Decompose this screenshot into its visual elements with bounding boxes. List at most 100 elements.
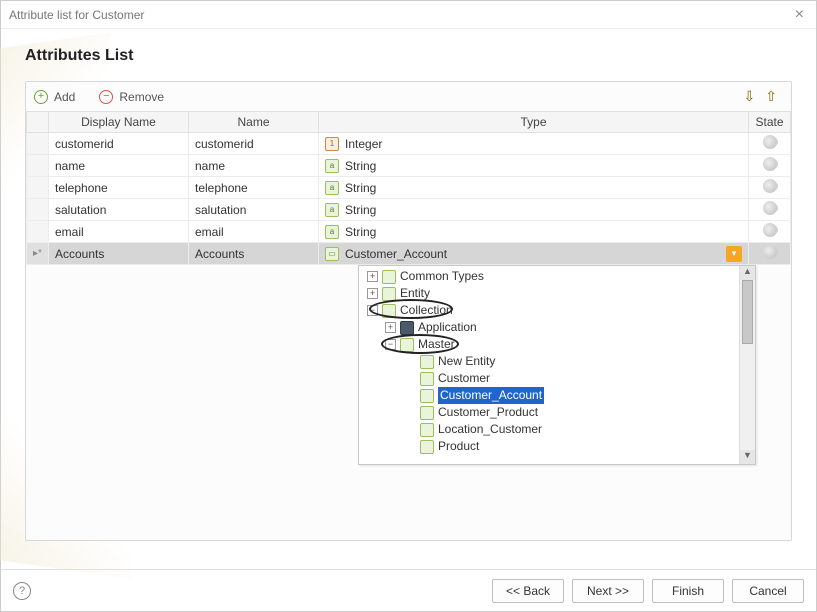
type-dropdown-tree[interactable]: + Common Types+Entity − Collection+Applicat… [358, 265, 756, 465]
scroll-up-icon[interactable]: ▲ [740, 266, 755, 280]
cell-state [749, 221, 791, 243]
entity-icon [420, 389, 434, 403]
col-display-name[interactable]: Display Name [49, 112, 189, 133]
string-type-icon: a [325, 159, 339, 173]
scroll-thumb[interactable] [742, 280, 753, 344]
entity-icon [420, 355, 434, 369]
table-row[interactable]: emailemailaString [27, 221, 791, 243]
finish-button[interactable]: Finish [652, 579, 724, 603]
remove-button-label: Remove [119, 90, 164, 104]
cell-display-name[interactable]: salutation [49, 199, 189, 221]
string-type-icon: a [325, 203, 339, 217]
collapse-icon[interactable]: − [367, 305, 378, 316]
tree-node-label: Common Types [400, 268, 484, 285]
tree-node[interactable]: −Master [363, 336, 735, 353]
state-icon [763, 135, 777, 149]
table-header-row: Display Name Name Type State [27, 112, 791, 133]
state-icon [763, 245, 777, 259]
entity-icon [382, 287, 396, 301]
cell-display-name[interactable]: email [49, 221, 189, 243]
dialog-footer: ? << Back Next >> Finish Cancel [1, 569, 816, 611]
col-state[interactable]: State [749, 112, 791, 133]
cancel-button[interactable]: Cancel [732, 579, 804, 603]
table-row[interactable]: salutationsalutation a String [27, 199, 791, 221]
move-down-button[interactable]: ⇩ [744, 88, 756, 105]
attribute-table: Display Name Name Type State customeridc… [26, 111, 791, 265]
table-row[interactable]: ▸*AccountsAccounts▭Customer_Account▾ [27, 243, 791, 265]
row-marker [27, 133, 49, 155]
cell-state [749, 177, 791, 199]
tree-scrollbar[interactable]: ▲ ▼ [739, 266, 755, 464]
state-icon [763, 201, 777, 215]
entity-icon [382, 304, 396, 318]
attribute-panel: + Add − Remove ⇩ ⇧ [25, 81, 792, 541]
expand-icon[interactable]: + [385, 322, 396, 333]
tree-node[interactable]: Customer_Account [363, 387, 735, 404]
cell-type[interactable]: aString [319, 155, 749, 177]
cell-name[interactable]: telephone [189, 177, 319, 199]
type-label: Integer [345, 137, 382, 151]
cell-type[interactable]: aString [319, 177, 749, 199]
col-marker [27, 112, 49, 133]
cell-display-name[interactable]: customerid [49, 133, 189, 155]
row-marker [27, 221, 49, 243]
remove-button[interactable]: − Remove [99, 90, 164, 104]
cell-display-name[interactable]: telephone [49, 177, 189, 199]
cell-name[interactable]: customerid [189, 133, 319, 155]
cell-type[interactable]: aString [319, 221, 749, 243]
back-button[interactable]: << Back [492, 579, 564, 603]
move-up-button[interactable]: ⇧ [765, 88, 777, 105]
cell-name[interactable]: name [189, 155, 319, 177]
string-type-icon: a [325, 181, 339, 195]
help-icon[interactable]: ? [13, 582, 31, 600]
add-button[interactable]: + Add [34, 90, 75, 104]
tree-node[interactable]: New Entity [363, 353, 735, 370]
scroll-down-icon[interactable]: ▼ [740, 450, 755, 464]
cell-type[interactable]: 1 Integer [319, 133, 749, 155]
type-dropdown-button[interactable]: ▾ [726, 246, 742, 262]
tree-node[interactable]: Customer_Product [363, 404, 735, 421]
cell-type[interactable]: ▭Customer_Account▾ [319, 243, 749, 265]
cell-name[interactable]: email [189, 221, 319, 243]
type-label: String [345, 225, 376, 239]
cell-name[interactable]: Accounts [189, 243, 319, 265]
integer-type-icon: 1 [325, 137, 339, 151]
tree-node-label: Location_Customer [438, 421, 542, 438]
cell-name[interactable]: salutation [189, 199, 319, 221]
table-row[interactable]: namenameaString [27, 155, 791, 177]
cell-display-name[interactable]: name [49, 155, 189, 177]
minus-icon: − [99, 90, 113, 104]
tree-body: + Common Types+Entity − Collection+Applicat… [359, 266, 739, 464]
state-icon [763, 223, 777, 237]
entity-icon [400, 338, 414, 352]
tree-node[interactable]: +Entity [363, 285, 735, 302]
tree-node-label: Collection [400, 302, 453, 319]
type-label: String [345, 203, 376, 217]
tree-node[interactable]: − Collection [363, 302, 735, 319]
tree-node[interactable]: Location_Customer [363, 421, 735, 438]
table-row[interactable]: telephonetelephoneaString [27, 177, 791, 199]
next-button[interactable]: Next >> [572, 579, 644, 603]
expand-icon[interactable]: + [367, 271, 378, 282]
table-row[interactable]: customeridcustomerid 1 Integer [27, 133, 791, 155]
entity-icon [420, 406, 434, 420]
cell-type[interactable]: a String [319, 199, 749, 221]
row-marker [27, 155, 49, 177]
cell-state [749, 243, 791, 265]
collapse-icon[interactable]: − [385, 339, 396, 350]
cell-display-name[interactable]: Accounts [49, 243, 189, 265]
tree-node-label: Product [438, 438, 479, 455]
tree-node[interactable]: + Common Types [363, 268, 735, 285]
tree-node-label: Customer [438, 370, 490, 387]
col-type[interactable]: Type [319, 112, 749, 133]
type-label: Customer_Account [345, 247, 447, 261]
col-name[interactable]: Name [189, 112, 319, 133]
expand-icon[interactable]: + [367, 288, 378, 299]
state-icon [763, 157, 777, 171]
tree-node[interactable]: Customer [363, 370, 735, 387]
cell-state [749, 155, 791, 177]
tree-node[interactable]: Product [363, 438, 735, 455]
tree-node[interactable]: +Application [363, 319, 735, 336]
add-button-label: Add [54, 90, 75, 104]
close-icon[interactable]: × [791, 6, 808, 24]
